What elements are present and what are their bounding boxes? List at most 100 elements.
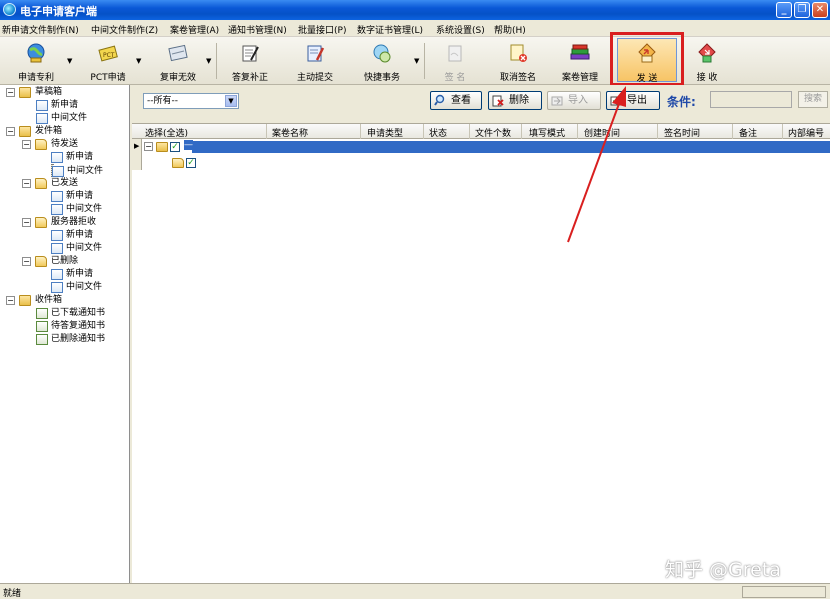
document-icon (51, 204, 63, 215)
status-bar: 就绪 (0, 583, 830, 599)
table-row[interactable]: ✓ (142, 156, 242, 170)
table-row[interactable]: − ✓ — (142, 140, 830, 154)
quick-tasks-icon (373, 44, 391, 63)
open-folder-icon (35, 178, 47, 189)
pct-apply-button[interactable]: PCT PCT申请 (80, 39, 136, 83)
pct-dropdown-icon[interactable]: ▼ (136, 57, 141, 65)
menu-intermediate-file[interactable]: 中间文件制作(Z) (91, 23, 158, 36)
document-icon (36, 113, 48, 124)
column-fill-mode[interactable]: 填写模式 (529, 126, 565, 139)
window-title: 电子申请客户端 (20, 5, 97, 18)
send-highlight-box (610, 32, 684, 86)
column-remark[interactable]: 备注 (739, 126, 757, 139)
collapse-icon[interactable]: − (144, 142, 153, 151)
column-file-count[interactable]: 文件个数 (475, 126, 511, 139)
menu-notice-management[interactable]: 通知书管理(N) (228, 23, 287, 36)
folder-icon (19, 295, 31, 306)
grid-header: 选择(全选) 案卷名称 申请类型 状态 文件个数 填写模式 创建时间 签名时间 … (132, 124, 830, 139)
apply-patent-button[interactable]: 申请专利 (8, 39, 64, 83)
open-folder-icon (35, 139, 47, 150)
quick-tasks-button[interactable]: 快捷事务 (352, 39, 412, 83)
reply-supplement-button[interactable]: 答复补正 (222, 39, 278, 83)
document-icon (51, 282, 63, 293)
selected-row-highlight (192, 141, 830, 153)
collapse-icon[interactable]: − (6, 127, 15, 136)
maximize-button[interactable]: ❐ (794, 2, 810, 18)
title-bar: 电子申请客户端 _ ❐ ✕ (0, 0, 830, 20)
column-divider[interactable] (657, 124, 658, 139)
status-filter-select[interactable]: --所有-- ▼ (143, 93, 239, 109)
column-divider[interactable] (521, 124, 522, 139)
column-divider[interactable] (469, 124, 470, 139)
current-row-arrow-icon: ▶ (134, 142, 140, 150)
tree-node-pending-mid[interactable]: 中间文件 (51, 164, 103, 177)
collapse-icon[interactable]: − (22, 257, 31, 266)
chevron-down-icon[interactable]: ▼ (225, 95, 237, 107)
search-button[interactable]: 搜索 (798, 91, 828, 108)
column-internal-no[interactable]: 内部编号 (788, 126, 824, 139)
folder-tree: − 草稿箱 新申请 中间文件 − 发件箱 − 待发送 新申请 中间文件 − 已发… (0, 85, 130, 583)
column-divider[interactable] (423, 124, 424, 139)
cancel-sign-icon (510, 44, 527, 62)
quick-tasks-dropdown-icon[interactable]: ▼ (414, 57, 419, 65)
export-icon (610, 96, 622, 106)
main-pane: --所有-- ▼ 查看 删除 导入 导出 条件: 搜索 选择(全选) 案卷名称 … (132, 85, 830, 583)
delete-button[interactable]: 删除 (488, 91, 542, 110)
app-icon (3, 3, 16, 16)
column-apply-type[interactable]: 申请类型 (367, 126, 403, 139)
close-button[interactable]: ✕ (812, 2, 828, 18)
import-button[interactable]: 导入 (547, 91, 601, 110)
folder-icon (19, 87, 31, 98)
toolbar-separator (216, 43, 217, 79)
column-divider[interactable] (360, 124, 361, 139)
row-name-cell: — (184, 140, 193, 150)
column-divider[interactable] (577, 124, 578, 139)
collapse-icon[interactable]: − (22, 179, 31, 188)
cancel-sign-button[interactable]: 取消签名 (490, 39, 546, 83)
case-manage-button[interactable]: 案卷管理 (552, 39, 608, 83)
collapse-icon[interactable]: − (6, 88, 15, 97)
column-status[interactable]: 状态 (429, 126, 447, 139)
export-button[interactable]: 导出 (606, 91, 660, 110)
pct-document-icon: PCT (98, 45, 118, 62)
row-checkbox[interactable]: ✓ (186, 158, 196, 168)
review-dropdown-icon[interactable]: ▼ (206, 57, 211, 65)
notice-icon (36, 334, 48, 345)
document-icon (51, 152, 63, 163)
apply-patent-dropdown-icon[interactable]: ▼ (67, 57, 72, 65)
column-divider[interactable] (266, 124, 267, 139)
globe-icon (27, 43, 45, 63)
menu-system-settings[interactable]: 系统设置(S) (436, 23, 485, 36)
menu-batch-interface[interactable]: 批量接口(P) (298, 23, 346, 36)
column-divider[interactable] (732, 124, 733, 139)
minimize-button[interactable]: _ (776, 2, 792, 18)
import-icon (551, 96, 563, 106)
app-window: 电子申请客户端 _ ❐ ✕ 新申请文件制作(N) 中间文件制作(Z) 案卷管理(… (0, 0, 830, 599)
receive-button[interactable]: 接 收 (682, 39, 732, 83)
status-text: 就绪 (3, 589, 22, 599)
column-case-name[interactable]: 案卷名称 (272, 126, 308, 139)
open-folder-icon (35, 217, 47, 228)
menu-new-application[interactable]: 新申请文件制作(N) (2, 23, 79, 36)
view-button[interactable]: 查看 (430, 91, 482, 110)
active-submit-button[interactable]: 主动提交 (286, 39, 344, 83)
column-created-time[interactable]: 创建时间 (584, 126, 620, 139)
column-select-all[interactable]: 选择(全选) (145, 126, 188, 139)
condition-input[interactable] (710, 91, 792, 108)
document-icon (51, 191, 63, 202)
delete-icon (492, 95, 504, 107)
sign-icon (448, 45, 462, 62)
column-divider[interactable] (782, 124, 783, 139)
status-filter-value: --所有-- (147, 96, 178, 106)
review-invalid-button[interactable]: 复审无效 (150, 39, 206, 83)
sign-button[interactable]: 签 名 (430, 39, 480, 83)
menu-help[interactable]: 帮助(H) (494, 23, 526, 36)
menu-certificate-management[interactable]: 数字证书管理(L) (357, 23, 423, 36)
column-signed-time[interactable]: 签名时间 (664, 126, 700, 139)
menu-case-management[interactable]: 案卷管理(A) (170, 23, 219, 36)
document-icon (52, 166, 64, 177)
collapse-icon[interactable]: − (6, 296, 15, 305)
row-checkbox[interactable]: ✓ (170, 142, 180, 152)
collapse-icon[interactable]: − (22, 218, 31, 227)
collapse-icon[interactable]: − (22, 140, 31, 149)
